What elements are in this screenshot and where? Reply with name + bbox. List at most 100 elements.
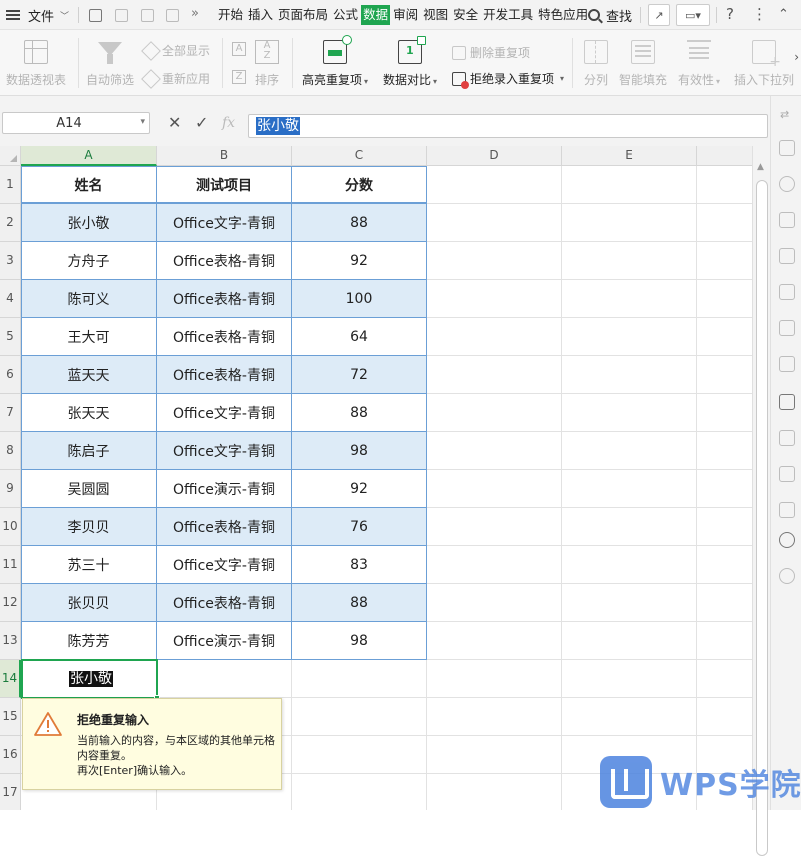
empty-cell[interactable] [697,508,752,546]
table-cell[interactable]: 陈芳芳 [21,622,157,660]
autofilter-button[interactable]: 自动筛选 [86,40,134,88]
cloud-button[interactable]: ▭▾ [676,4,710,26]
select-all-corner[interactable] [0,146,21,166]
row-header[interactable]: 9 [0,470,21,508]
highlight-duplicates-button[interactable]: 高亮重复项 ▾ [302,35,368,88]
row-header[interactable]: 5 [0,318,21,356]
table-cell[interactable]: 64 [292,318,427,356]
table-cell[interactable]: Office表格-青铜 [157,356,292,394]
data-compare-button[interactable]: 数据对比▾ [383,36,437,88]
tab-view[interactable]: 视图 [421,5,450,25]
tab-developer[interactable]: 开发工具 [481,5,535,25]
share-button[interactable]: ↗ [648,4,670,26]
name-box[interactable]: A14 ▾ [2,112,150,134]
empty-cell[interactable] [292,660,427,698]
empty-cell[interactable] [697,432,752,470]
print-icon[interactable] [138,6,156,24]
split-columns-button[interactable]: 分列 [584,40,608,88]
empty-cell[interactable] [427,660,562,698]
empty-cell[interactable] [697,242,752,280]
tab-start[interactable]: 开始 [216,5,245,25]
empty-cell[interactable] [697,356,752,394]
empty-cell[interactable] [427,432,562,470]
table-cell[interactable]: 76 [292,508,427,546]
column-header-d[interactable]: D [427,146,562,166]
formula-input[interactable] [248,114,768,138]
more-quick-access-icon[interactable]: » [191,6,199,21]
sort-descending-button[interactable]: Z [232,70,246,84]
row-header[interactable]: 10 [0,508,21,546]
collapse-ribbon-icon[interactable]: ⌃ [778,7,789,22]
shape-tool-icon[interactable] [779,176,795,192]
print-preview-icon[interactable] [163,6,181,24]
table-cell[interactable]: 蓝天天 [21,356,157,394]
empty-cell[interactable] [697,166,752,204]
empty-cell[interactable] [562,546,697,584]
empty-cell[interactable] [427,622,562,660]
table-cell[interactable]: Office文字-青铜 [157,546,292,584]
table-cell[interactable]: 72 [292,356,427,394]
empty-cell[interactable] [427,774,562,810]
history-icon[interactable] [779,532,795,548]
sort-ascending-button[interactable]: A [232,42,246,56]
row-header[interactable]: 1 [0,166,21,204]
column-header-e[interactable]: E [562,146,697,166]
table-cell[interactable]: 92 [292,470,427,508]
tab-review[interactable]: 审阅 [391,5,420,25]
save-icon[interactable] [86,6,104,24]
row-header[interactable]: 17 [0,774,21,810]
select-tool-icon[interactable] [779,140,795,156]
empty-cell[interactable] [697,698,752,736]
table-cell[interactable]: 张天天 [21,394,157,432]
empty-cell[interactable] [697,470,752,508]
empty-cell[interactable] [697,622,752,660]
empty-cell[interactable] [427,318,562,356]
table-cell[interactable]: 吴圆圆 [21,470,157,508]
table-cell[interactable]: 张小敬 [21,204,157,242]
empty-cell[interactable] [562,698,697,736]
pivot-panel-icon[interactable] [779,320,795,336]
table-header-cell[interactable]: 姓名 [21,166,157,204]
analysis-icon[interactable] [779,466,795,482]
empty-cell[interactable] [292,736,427,774]
empty-cell[interactable] [562,204,697,242]
archive-icon[interactable] [779,394,795,410]
row-header[interactable]: 13 [0,622,21,660]
empty-cell[interactable] [562,470,697,508]
table-cell[interactable]: 83 [292,546,427,584]
active-cell[interactable]: 张小敬 [21,659,160,701]
table-cell[interactable]: 88 [292,584,427,622]
properties-icon[interactable] [779,248,795,264]
table-header-cell[interactable]: 分数 [292,166,427,204]
table-cell[interactable]: Office文字-青铜 [157,394,292,432]
empty-cell[interactable] [292,774,427,810]
find-button[interactable]: 查找 [588,0,632,30]
table-panel-icon[interactable] [779,356,795,372]
insert-function-icon[interactable]: fx [222,115,235,131]
row-header[interactable]: 2 [0,204,21,242]
row-header[interactable]: 6 [0,356,21,394]
column-header-b[interactable]: B [157,146,292,166]
format-painter-icon[interactable] [112,6,130,24]
table-cell[interactable]: Office表格-青铜 [157,280,292,318]
table-header-cell[interactable]: 测试项目 [157,166,292,204]
table-cell[interactable]: 陈启子 [21,432,157,470]
table-cell[interactable]: 苏三十 [21,546,157,584]
empty-cell[interactable] [562,432,697,470]
table-cell[interactable]: 方舟子 [21,242,157,280]
ribbon-scroll-right-icon[interactable]: › [794,50,799,64]
empty-cell[interactable] [562,318,697,356]
empty-cell[interactable] [697,546,752,584]
empty-cell[interactable] [427,546,562,584]
empty-cell[interactable] [697,318,752,356]
empty-cell[interactable] [562,280,697,318]
empty-cell[interactable] [697,584,752,622]
table-cell[interactable]: 98 [292,622,427,660]
empty-cell[interactable] [427,470,562,508]
pivot-table-button[interactable]: 数据透视表 [6,40,66,88]
tab-page-layout[interactable]: 页面布局 [276,5,330,25]
cancel-edit-icon[interactable]: ✕ [168,113,181,132]
row-header[interactable]: 3 [0,242,21,280]
tab-security[interactable]: 安全 [451,5,480,25]
scroll-up-icon[interactable]: ▲ [757,162,764,172]
